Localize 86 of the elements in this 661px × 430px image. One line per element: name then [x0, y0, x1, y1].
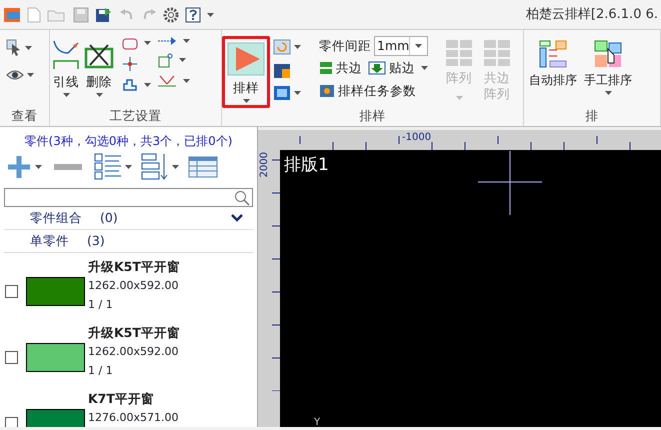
caret-icon[interactable] — [183, 39, 190, 43]
part-checkbox[interactable] — [5, 284, 18, 298]
group-label: 排 — [584, 108, 600, 125]
manual-sort-button[interactable]: 手工排序 — [582, 36, 634, 98]
grid-icon — [483, 39, 511, 67]
window-title: 柏楚云排样[2.6.1.0 6. — [526, 6, 658, 24]
part-size: 1262.00x592.00 — [88, 344, 180, 360]
common-edge-icon — [319, 61, 333, 75]
spacing-label: 零件间距 — [319, 36, 371, 55]
section-count: (0) — [100, 208, 118, 227]
common-edge-button[interactable]: 共边 — [319, 57, 362, 79]
crosshair-cursor — [478, 151, 542, 215]
sort-list-icon[interactable] — [141, 153, 169, 181]
pointer-icon[interactable] — [6, 39, 22, 57]
part-quantity: 1 / 1 — [88, 363, 114, 379]
nest-button[interactable]: 排样 — [222, 36, 270, 108]
caret-icon[interactable] — [604, 91, 612, 95]
section-label: 零件组合 — [30, 208, 82, 227]
caret-icon[interactable] — [144, 83, 151, 87]
section-header[interactable]: 单零件 (3) — [4, 230, 253, 253]
parts-summary: 零件(3种，勾选0种，共3个，已排0个) — [24, 133, 234, 150]
delete-button[interactable]: 删除 — [82, 36, 116, 100]
part-checkbox[interactable] — [5, 416, 18, 427]
lead-line-button[interactable]: 引线 — [50, 36, 82, 100]
ruler-label: -1000 — [402, 131, 432, 145]
part-size: 1262.00x592.00 — [88, 278, 180, 294]
settings-icon[interactable] — [163, 6, 179, 22]
auto-sort-icon — [538, 39, 568, 69]
auto-sort-button[interactable]: 自动排序 — [527, 36, 579, 94]
play-nest-icon — [226, 41, 266, 77]
caret-icon[interactable] — [35, 165, 42, 169]
caret-icon[interactable] — [207, 12, 214, 16]
crosshair-icon[interactable] — [122, 56, 138, 72]
caret-icon[interactable] — [125, 165, 132, 169]
part-checkbox[interactable] — [5, 350, 18, 364]
help-icon[interactable] — [185, 6, 201, 22]
task-params-icon — [319, 84, 335, 98]
snap-edge-button[interactable]: 贴边 — [368, 57, 415, 79]
chevron-icon[interactable] — [231, 214, 243, 222]
caret-icon[interactable] — [27, 73, 34, 77]
caret-icon[interactable] — [242, 99, 250, 103]
task-params-button[interactable]: 排样任务参数 — [319, 80, 428, 102]
part-quantity: 1 / 1 — [88, 297, 114, 313]
part-name: 升级K5T平开窗 — [88, 324, 180, 342]
caret-icon[interactable] — [183, 79, 190, 83]
caret-icon[interactable] — [415, 44, 422, 48]
caret-icon[interactable] — [25, 46, 32, 50]
checklist-icon[interactable] — [94, 153, 122, 181]
axis-label: Y — [314, 416, 320, 430]
fill-icon[interactable] — [273, 62, 291, 79]
caret-icon[interactable] — [62, 93, 70, 97]
contour-icon[interactable] — [122, 36, 138, 50]
section-count: (3) — [87, 232, 105, 250]
caret-icon[interactable] — [294, 91, 301, 95]
caret-icon[interactable] — [421, 66, 428, 70]
spacing-dropdown[interactable]: 1mm — [374, 36, 428, 56]
eye-icon[interactable] — [6, 69, 24, 81]
search-field[interactable] — [4, 188, 253, 207]
group-label: 排样 — [358, 108, 386, 125]
corner-icon[interactable] — [157, 52, 173, 68]
section-label: 单零件 — [30, 232, 69, 250]
grid-icon — [445, 39, 473, 67]
part-name: K7T平开窗 — [88, 390, 155, 408]
table-icon[interactable] — [188, 156, 218, 178]
caret-icon[interactable] — [96, 93, 102, 97]
search-icon — [234, 190, 250, 206]
group-label: 查看 — [10, 108, 38, 125]
lead-line-icon — [52, 39, 80, 71]
app-logo-icon — [3, 6, 21, 22]
section-header[interactable]: 零件组合 (0) — [4, 207, 253, 230]
ruler-label: 2000 — [259, 152, 271, 178]
caret-icon[interactable] — [172, 165, 179, 169]
snap-edge-icon — [368, 61, 386, 75]
part-size: 1276.00x571.00 — [88, 410, 178, 426]
part-name: 升级K5T平开窗 — [88, 258, 180, 276]
nesting-canvas[interactable]: 排版1 Y — [280, 150, 661, 427]
sheet-title: 排版1 — [283, 154, 329, 177]
manual-sort-icon — [593, 39, 623, 69]
save-as-icon[interactable] — [95, 6, 113, 22]
caret-icon[interactable] — [294, 45, 301, 49]
caret-icon[interactable] — [144, 41, 151, 45]
caret-icon[interactable] — [179, 58, 186, 62]
cut-line-icon[interactable] — [157, 74, 177, 88]
group-label: 工艺设置 — [108, 108, 162, 125]
arrow-path-icon[interactable] — [157, 36, 177, 46]
frame-icon[interactable] — [273, 85, 291, 101]
